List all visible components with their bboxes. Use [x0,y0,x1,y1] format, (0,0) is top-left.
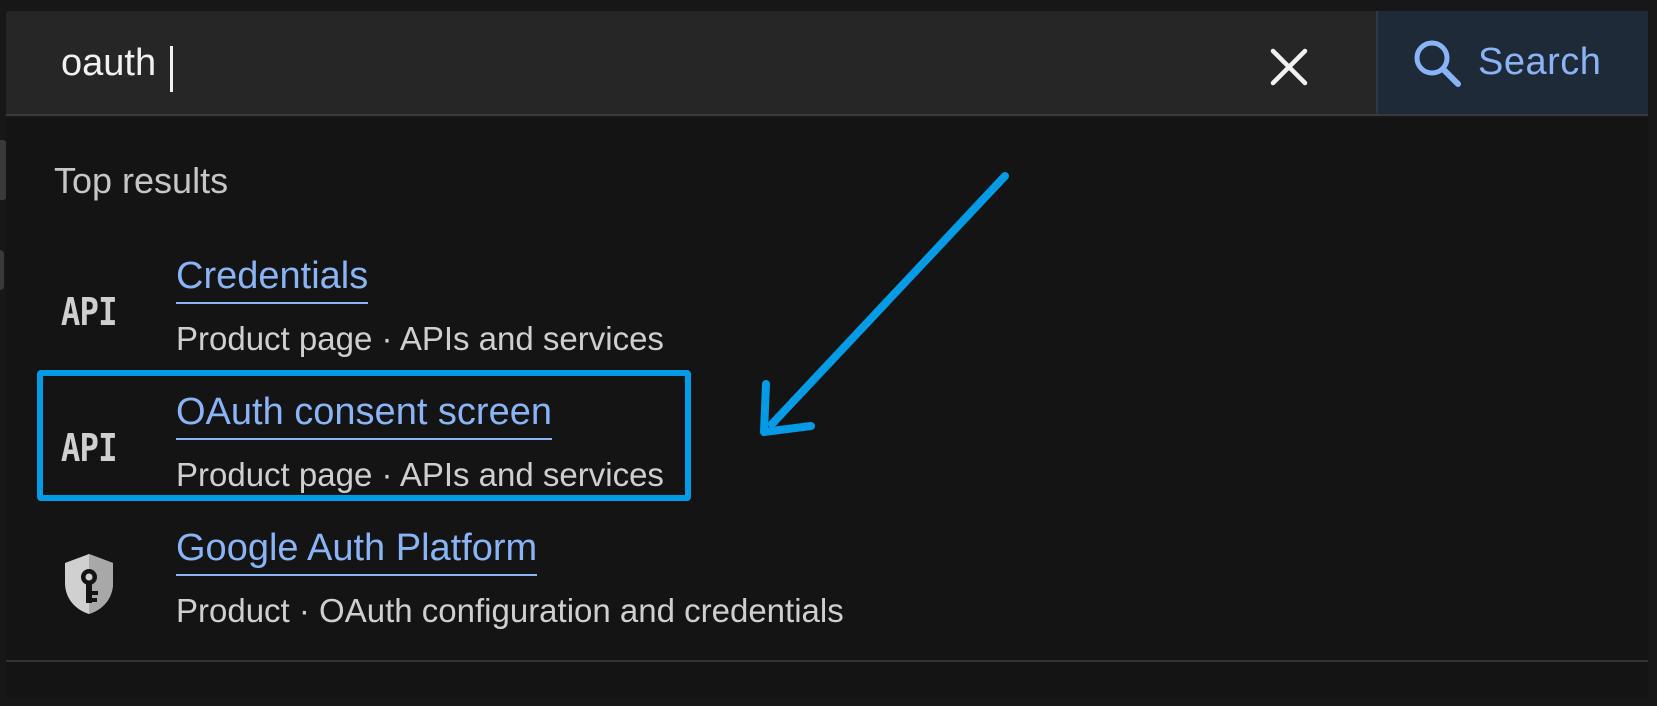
section-title: Top results [54,160,229,201]
background-edge [0,250,4,290]
search-icon [1414,40,1461,87]
search-button-label: Search [1478,41,1602,83]
search-results-dropdown: Top results API Credentials Product page… [6,118,1648,698]
result-subtitle: Product page · APIs and services [176,456,664,493]
result-item-google-auth-platform[interactable]: Google Auth Platform Product · OAuth con… [6,516,906,652]
result-item-oauth-consent-screen[interactable]: API OAuth consent screen Product page · … [6,380,906,516]
result-title[interactable]: OAuth consent screen [176,390,552,440]
api-icon: API [61,290,118,334]
shield-key-icon [54,554,124,614]
result-title[interactable]: Google Auth Platform [176,526,538,576]
result-subtitle: Product · OAuth configuration and creden… [176,592,844,629]
search-bar: Search [6,11,1648,116]
clear-search-button[interactable] [1261,39,1317,95]
result-subtitle: Product page · APIs and services [176,320,664,357]
divider [6,660,1648,662]
api-icon: API [61,426,118,470]
result-title[interactable]: Credentials [176,254,369,304]
close-icon [1270,48,1308,86]
search-button[interactable]: Search [1376,11,1648,114]
text-caret [170,46,173,92]
result-item-credentials[interactable]: API Credentials Product page · APIs and … [6,244,906,380]
search-page: Search Top results API Credentials Produ… [0,0,1657,706]
search-input[interactable] [61,33,1241,93]
